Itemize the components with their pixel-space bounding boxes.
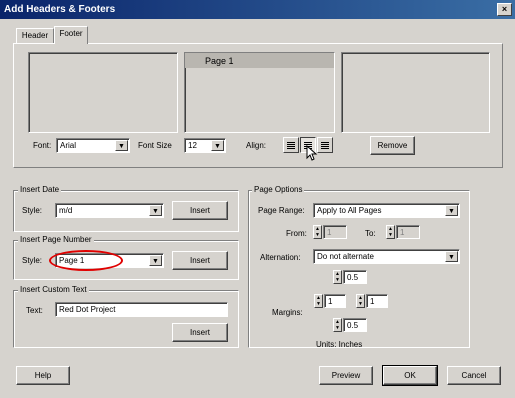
align-right-icon: [321, 142, 329, 149]
preview-center-text: Page 1: [205, 56, 234, 66]
margin-top-spinner[interactable]: ▲ ▼: [333, 270, 342, 284]
margin-top-value: 0.5: [347, 273, 359, 282]
margin-right-input[interactable]: 1: [366, 294, 388, 308]
margin-bottom-input[interactable]: 0.5: [343, 318, 367, 332]
page-range-value: Apply to All Pages: [317, 206, 382, 215]
align-right-button[interactable]: [317, 137, 333, 153]
mouse-cursor-icon: [306, 145, 318, 161]
margin-bottom-spinner[interactable]: ▲ ▼: [333, 318, 342, 332]
margins-label: Margins:: [272, 308, 303, 317]
page-options-label: Page Options: [252, 185, 305, 195]
alternation-dropdown[interactable]: Do not alternate ▼: [313, 249, 460, 264]
date-style-value: m/d: [59, 206, 73, 215]
tab-header-label: Header: [21, 31, 49, 40]
margin-bottom-value: 0.5: [347, 321, 359, 330]
to-input[interactable]: 1: [396, 225, 420, 239]
chevron-down-icon: ▼: [149, 255, 162, 266]
tab-header[interactable]: Header: [16, 28, 54, 44]
ok-button[interactable]: OK: [382, 365, 438, 386]
font-size-value: 12: [188, 141, 197, 150]
help-button[interactable]: Help: [16, 366, 70, 385]
to-spinner[interactable]: ▲ ▼: [386, 225, 395, 239]
align-label: Align:: [246, 141, 267, 150]
to-label: To:: [365, 229, 376, 238]
chevron-down-icon: ▼: [115, 140, 128, 151]
font-value: Arial: [60, 141, 77, 150]
tab-footer[interactable]: Footer: [54, 26, 88, 44]
to-value: 1: [400, 228, 405, 237]
tab-footer-label: Footer: [59, 29, 83, 38]
preview-right[interactable]: [341, 52, 490, 133]
cancel-button[interactable]: Cancel: [447, 366, 501, 385]
close-icon[interactable]: ×: [497, 3, 512, 16]
title-bar: Add Headers & Footers: [0, 0, 515, 19]
chevron-down-icon: ▼: [445, 251, 458, 262]
from-input[interactable]: 1: [323, 225, 347, 239]
units-label: Units: Inches: [316, 340, 363, 349]
custom-text-input[interactable]: Red Dot Project: [55, 302, 228, 317]
insert-date-button[interactable]: Insert: [172, 201, 228, 220]
font-size-dropdown[interactable]: 12 ▼: [184, 138, 226, 153]
chevron-down-icon: ▼: [211, 140, 224, 151]
align-left-button[interactable]: [283, 137, 299, 153]
annotation-ellipse: [49, 250, 123, 271]
alternation-value: Do not alternate: [317, 252, 374, 261]
page-number-style-label: Style:: [22, 256, 43, 265]
margin-right-spinner[interactable]: ▲ ▼: [356, 294, 365, 308]
insert-custom-text-label: Insert Custom Text: [18, 285, 89, 295]
custom-text-value: Red Dot Project: [59, 305, 116, 314]
margin-right-value: 1: [370, 297, 375, 306]
insert-date-label: Insert Date: [18, 185, 62, 195]
custom-text-label: Text:: [26, 306, 43, 315]
date-style-label: Style:: [22, 206, 43, 215]
remove-button[interactable]: Remove: [370, 136, 415, 155]
insert-custom-text-button[interactable]: Insert: [172, 323, 228, 342]
font-label: Font:: [33, 141, 52, 150]
align-left-icon: [287, 142, 295, 149]
margin-left-input[interactable]: 1: [324, 294, 346, 308]
margin-left-value: 1: [328, 297, 333, 306]
margin-top-input[interactable]: 0.5: [343, 270, 367, 284]
alternation-label: Alternation:: [260, 253, 301, 262]
date-style-dropdown[interactable]: m/d ▼: [55, 203, 164, 218]
insert-page-number-label: Insert Page Number: [18, 235, 94, 245]
preview-left[interactable]: [28, 52, 178, 133]
font-dropdown[interactable]: Arial ▼: [56, 138, 130, 153]
chevron-down-icon: ▼: [149, 205, 162, 216]
margin-left-spinner[interactable]: ▲ ▼: [314, 294, 323, 308]
font-size-label: Font Size: [138, 141, 172, 150]
from-label: From:: [286, 229, 307, 238]
from-spinner[interactable]: ▲ ▼: [313, 225, 322, 239]
insert-page-number-button[interactable]: Insert: [172, 251, 228, 270]
page-range-dropdown[interactable]: Apply to All Pages ▼: [313, 203, 460, 218]
page-range-label: Page Range:: [258, 206, 305, 215]
window-title: Add Headers & Footers: [4, 4, 116, 15]
preview-center[interactable]: Page 1: [184, 52, 335, 133]
chevron-down-icon: ▼: [445, 205, 458, 216]
preview-button[interactable]: Preview: [319, 366, 373, 385]
from-value: 1: [327, 228, 332, 237]
